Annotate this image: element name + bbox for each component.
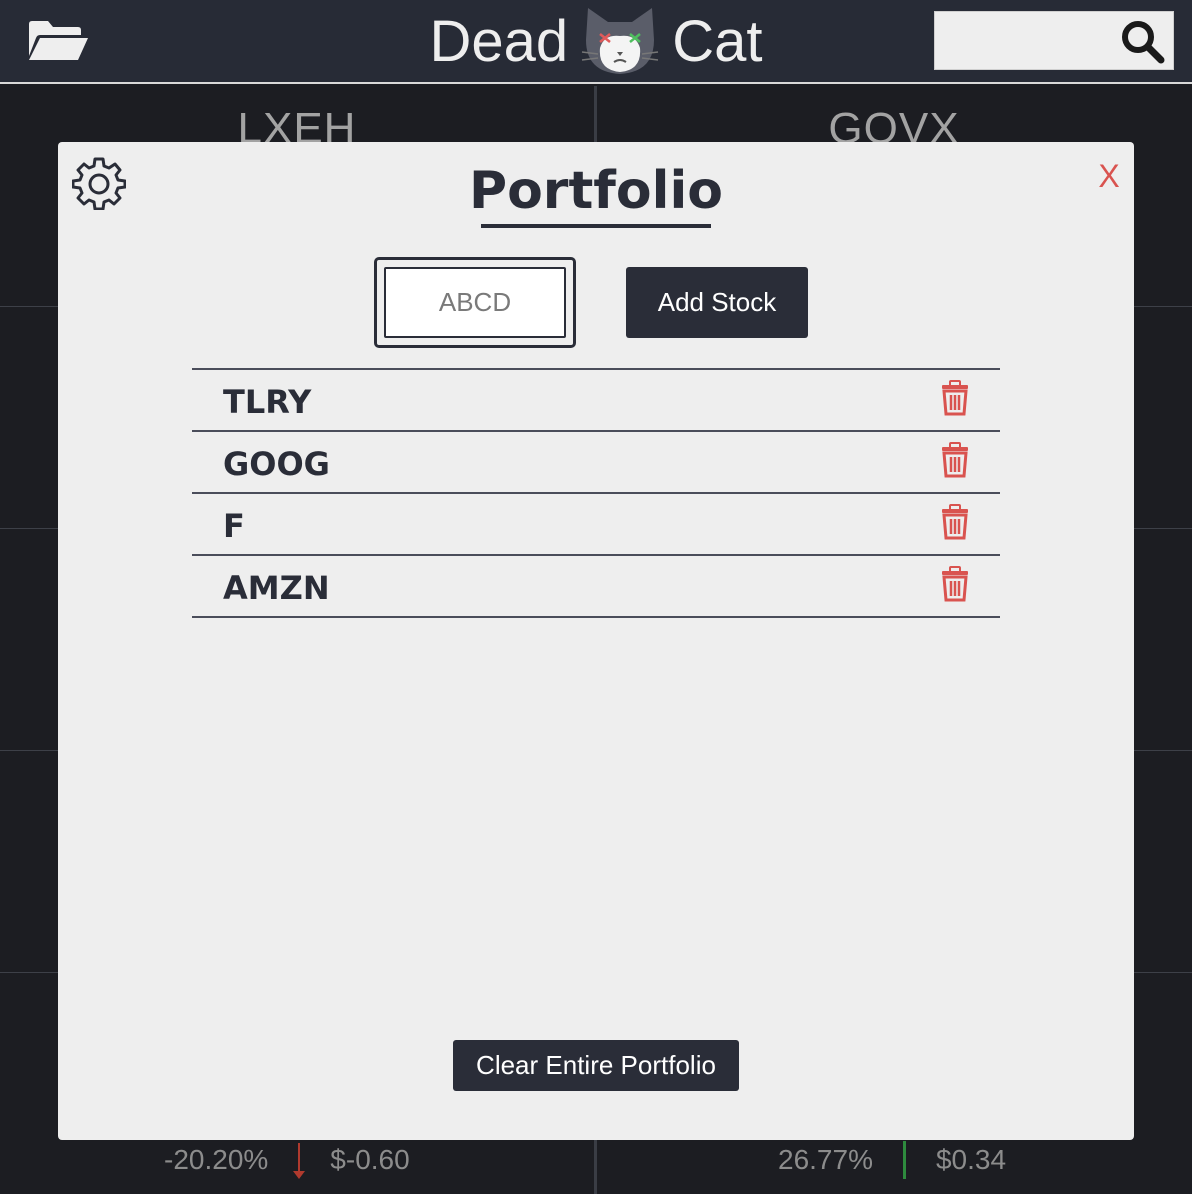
stock-row: F [192, 492, 1000, 554]
trend-up-bar-icon [902, 1141, 906, 1179]
brand-text-left: Dead [429, 9, 569, 74]
search-icon[interactable] [1120, 19, 1166, 65]
trash-icon[interactable] [940, 566, 970, 602]
stock-list: TLRY GOOG F AMZN [192, 368, 1000, 618]
title-underline [481, 224, 711, 228]
portfolio-modal: X Portfolio Add Stock TLRY GOOG F [58, 142, 1134, 1140]
stock-row: AMZN [192, 554, 1000, 618]
brand-text-right: Cat [672, 9, 763, 74]
stock-symbol: AMZN [223, 569, 330, 607]
modal-title: Portfolio [468, 161, 724, 221]
trash-icon[interactable] [940, 504, 970, 540]
top-header: Dead Cat [0, 0, 1192, 84]
app-root: LXEH GOVX -20.20% $-0.60 26.77% $0.34 De… [0, 0, 1192, 1194]
add-stock-button[interactable]: Add Stock [626, 267, 808, 338]
change-percent: -20.20% [164, 1144, 269, 1175]
change-percent: 26.77% [778, 1144, 873, 1175]
dead-cat-logo [580, 0, 660, 80]
trash-icon[interactable] [940, 442, 970, 478]
stock-row: GOOG [192, 430, 1000, 492]
stock-row: TLRY [192, 368, 1000, 430]
stock-symbol: F [223, 507, 245, 545]
change-value: $0.34 [935, 1144, 1007, 1175]
tile-footer-left: -20.20% $-0.60 [164, 1140, 410, 1180]
stock-symbol: TLRY [223, 383, 312, 421]
arrow-down-icon [293, 1143, 306, 1179]
folder-open-icon[interactable] [26, 18, 90, 64]
clear-portfolio-button[interactable]: Clear Entire Portfolio [453, 1040, 739, 1091]
search-input[interactable] [945, 22, 1119, 62]
ticker-input[interactable] [384, 267, 566, 338]
trash-icon[interactable] [940, 380, 970, 416]
stock-symbol: GOOG [223, 445, 330, 483]
tile-footer-right: 26.77% $0.34 [778, 1140, 1006, 1180]
change-value: $-0.60 [330, 1144, 410, 1175]
ticker-input-focus-ring [374, 257, 576, 348]
